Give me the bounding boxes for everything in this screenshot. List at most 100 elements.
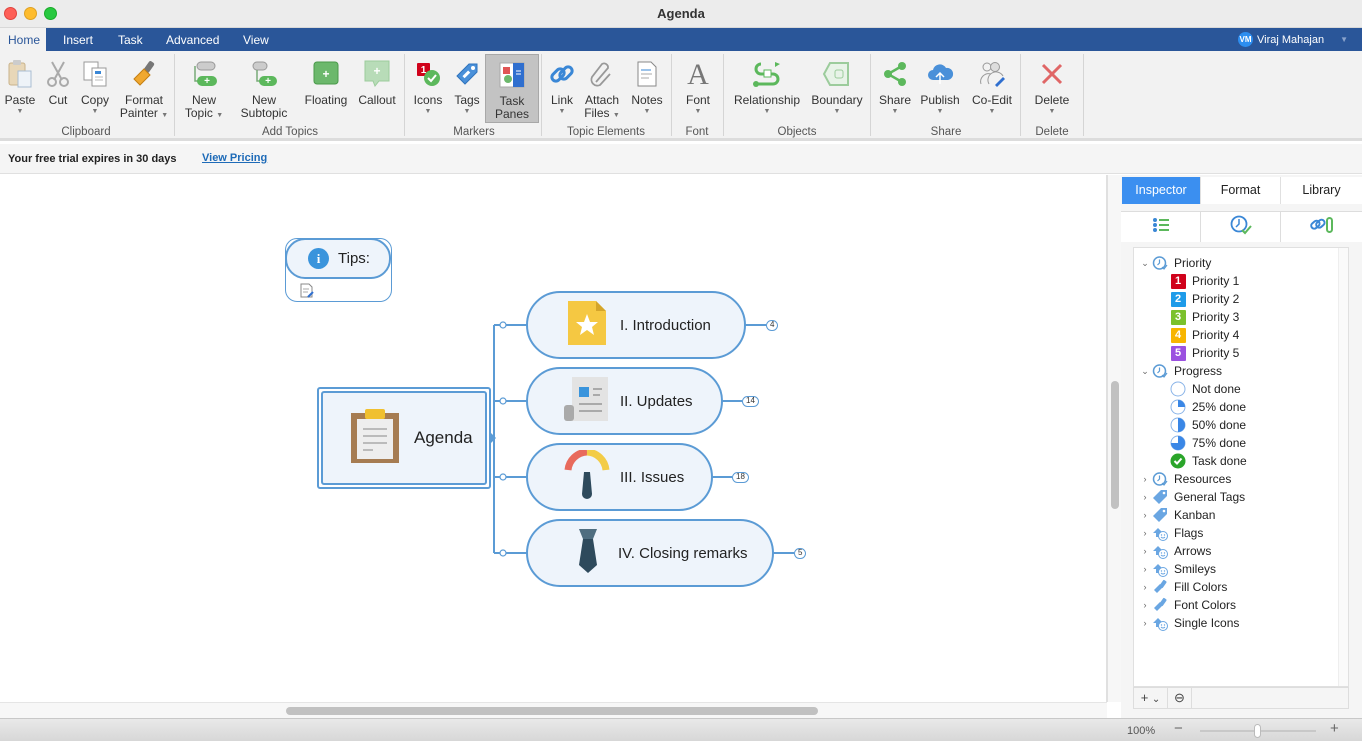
tree-scrollbar[interactable] [1338,248,1348,686]
tags-button[interactable]: Tags ▼ [450,54,484,122]
chevron-right-icon[interactable]: › [1138,528,1152,538]
tree-item-progress[interactable]: Task done [1170,452,1247,470]
chevron-right-icon[interactable]: › [1138,618,1152,628]
remove-marker-button[interactable]: ⊖ [1168,688,1192,708]
tree-item-priority[interactable]: 5 Priority 5 [1170,344,1239,362]
font-button[interactable]: A Font ▼ [680,54,716,122]
horizontal-scroll-thumb[interactable] [286,707,818,715]
topic-count-badge[interactable]: 14 [742,396,759,407]
divider [1020,54,1021,136]
panel-tab-inspector[interactable]: Inspector [1122,177,1201,204]
floating-button[interactable]: + Floating [302,54,350,122]
tree-group[interactable]: › Font Colors [1138,596,1236,614]
tree-group[interactable]: › Fill Colors [1138,578,1227,596]
marker-tree: ⌄ Priority 1 Priority 1 2 Priority 2 3 Priority… [1133,247,1349,687]
tag-icon [1152,507,1168,523]
tree-item-progress[interactable]: 50% done [1170,416,1246,434]
copy-button[interactable]: Copy ▼ [78,54,112,122]
divider [404,54,405,136]
task-panes-icon [486,55,538,95]
scissors-icon [44,54,72,94]
user-menu[interactable]: VM Viraj Mahajan ▼ [1238,32,1348,47]
brush-icon [1152,597,1168,613]
tree-group-priority[interactable]: ⌄ Priority [1138,254,1211,272]
icon-set-icon [1152,525,1168,541]
tree-group[interactable]: › Resources [1138,470,1232,488]
chevron-down-icon[interactable]: ⌄ [1138,258,1152,269]
tree-item-priority[interactable]: 4 Priority 4 [1170,326,1239,344]
icons-button[interactable]: 1 Icons ▼ [410,54,446,122]
tab-home[interactable]: Home [0,28,46,51]
tips-topic[interactable]: i Tips: [285,238,392,302]
subtab-links-attachments[interactable] [1281,212,1362,242]
tree-item-progress[interactable]: 75% done [1170,434,1246,452]
vertical-scroll-thumb[interactable] [1111,381,1119,509]
topic-introduction[interactable]: I. Introduction [526,291,746,359]
tree-group[interactable]: › Arrows [1138,542,1211,560]
zoom-slider-handle[interactable] [1254,724,1261,738]
task-panes-button[interactable]: Task Panes [485,54,539,123]
publish-button[interactable]: Publish ▼ [918,54,962,122]
topic-updates[interactable]: II. Updates [526,367,723,435]
chevron-right-icon[interactable]: › [1138,600,1152,610]
attach-files-button[interactable]: Attach Files ▼ [582,54,622,122]
zoom-in-button[interactable]: + [1330,720,1339,737]
topic-closing-remarks[interactable]: IV. Closing remarks [526,519,774,587]
clock-check-icon [1230,215,1252,240]
tab-view[interactable]: View [235,28,277,51]
new-subtopic-button[interactable]: + New Subtopic [236,54,292,122]
add-marker-button[interactable]: + ⌄ [1134,688,1168,708]
chevron-right-icon[interactable]: › [1138,492,1152,502]
chevron-right-icon[interactable]: › [1138,546,1152,556]
tab-insert[interactable]: Insert [55,28,101,51]
tree-group[interactable]: › Smileys [1138,560,1216,578]
subtab-list[interactable] [1121,212,1201,242]
boundary-button[interactable]: Boundary ▼ [808,54,866,122]
chevron-right-icon[interactable]: › [1138,582,1152,592]
tree-group[interactable]: › Single Icons [1138,614,1239,632]
callout-button[interactable]: + Callout [356,54,398,122]
chevron-right-icon[interactable]: › [1138,564,1152,574]
share-icon [876,54,914,94]
panel-tab-format[interactable]: Format [1201,177,1281,204]
chevron-right-icon[interactable]: › [1138,474,1152,484]
tree-item-priority[interactable]: 1 Priority 1 [1170,272,1239,290]
chevron-right-icon[interactable]: › [1138,510,1152,520]
tab-task[interactable]: Task [110,28,151,51]
tab-advanced[interactable]: Advanced [158,28,227,51]
link-button[interactable]: Link ▼ [546,54,578,122]
topic-issues[interactable]: III. Issues [526,443,713,511]
tree-item-priority[interactable]: 2 Priority 2 [1170,290,1239,308]
relationship-button[interactable]: Relationship ▼ [730,54,804,122]
view-pricing-link[interactable]: View Pricing [202,152,267,164]
central-topic[interactable]: Agenda [317,387,491,489]
chevron-down-icon[interactable]: ⌄ [1138,366,1152,377]
topic-count-badge[interactable]: 18 [732,472,749,483]
subtab-task-info[interactable] [1201,212,1281,242]
new-topic-button[interactable]: + New Topic ▼ [184,54,224,122]
tree-item-label: Fill Colors [1174,580,1228,594]
tree-item-label: Resources [1174,472,1232,486]
mindmap-canvas[interactable]: i Tips: Agenda I. Introduction 4 II. Upd… [0,175,1107,702]
horizontal-scrollbar[interactable] [0,702,1107,718]
paste-button[interactable]: Paste ▼ [2,54,38,122]
tree-group[interactable]: › General Tags [1138,488,1245,506]
tree-group[interactable]: › Kanban [1138,506,1215,524]
format-painter-button[interactable]: Format Painter ▼ [118,54,170,122]
zoom-out-button[interactable]: − [1174,720,1183,737]
tree-item-priority[interactable]: 3 Priority 3 [1170,308,1239,326]
svg-text:+: + [373,64,380,78]
tree-item-progress[interactable]: Not done [1170,380,1241,398]
share-button[interactable]: Share ▼ [876,54,914,122]
vertical-scrollbar[interactable] [1107,175,1121,702]
tree-group[interactable]: › Flags [1138,524,1203,542]
tree-group-progress[interactable]: ⌄ Progress [1138,362,1222,380]
tree-item-progress[interactable]: 25% done [1170,398,1246,416]
co-edit-button[interactable]: Co-Edit ▼ [966,54,1018,122]
notes-button[interactable]: Notes ▼ [628,54,666,122]
note-icon[interactable] [299,283,315,304]
svg-text:+: + [322,67,329,81]
cut-button[interactable]: Cut [44,54,72,122]
delete-button[interactable]: Delete ▼ [1030,54,1074,122]
panel-tab-library[interactable]: Library [1281,177,1362,204]
